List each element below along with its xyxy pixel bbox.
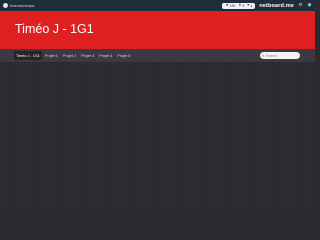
settings-icon[interactable]: ⚙ [298, 2, 303, 8]
top-right-group: ★ 190 ⬇ 9 ♥ 4 netboard.me ⚙ ◉ [222, 0, 312, 11]
stats-pill[interactable]: ★ 190 ⬇ 9 ♥ 4 [222, 2, 256, 9]
board-title: Timéo J - 1G1 [15, 22, 94, 36]
board-header: Timéo J - 1G1 [0, 11, 315, 49]
page: timeodevanspa ★ 190 ⬇ 9 ♥ 4 netboard.me … [0, 0, 315, 210]
tab-projet-5[interactable]: Projet 5 [115, 51, 132, 60]
tab-list: Timéo J - 1G1 Projet 1 Projet 2 Projet 3… [14, 51, 132, 60]
stat-downloads-value: 9 [242, 3, 245, 8]
user-circle-icon[interactable]: ◉ [307, 2, 312, 8]
search-box[interactable]: ⌕ [260, 52, 300, 59]
tab-projet-2[interactable]: Projet 2 [61, 51, 78, 60]
netboard-logo[interactable]: netboard.me [259, 3, 294, 9]
board-canvas[interactable] [0, 62, 315, 210]
stat-likes: ♥ 4 [247, 2, 253, 8]
tab-projet-3[interactable]: Projet 3 [79, 51, 96, 60]
user-chip[interactable]: timeodevanspa [3, 0, 34, 11]
heart-icon: ♥ [247, 2, 250, 7]
stat-downloads: ⬇ 9 [238, 2, 245, 8]
tab-projet-1[interactable]: Projet 1 [43, 51, 60, 60]
search-input[interactable] [265, 52, 299, 59]
download-icon: ⬇ [238, 2, 242, 7]
tab-projet-4[interactable]: Projet 4 [97, 51, 114, 60]
tab-home[interactable]: Timéo J - 1G1 [14, 51, 42, 60]
stat-likes-value: 4 [250, 3, 253, 8]
tab-bar: Timéo J - 1G1 Projet 1 Projet 2 Projet 3… [0, 49, 315, 62]
user-name: timeodevanspa [10, 3, 35, 8]
user-icon [3, 3, 8, 8]
account-bar: timeodevanspa ★ 190 ⬇ 9 ♥ 4 netboard.me … [0, 0, 315, 11]
stat-stars: ★ 190 [225, 2, 236, 8]
search-icon: ⌕ [262, 52, 265, 58]
star-icon: ★ [225, 2, 229, 7]
stat-stars-value: 190 [229, 3, 236, 8]
